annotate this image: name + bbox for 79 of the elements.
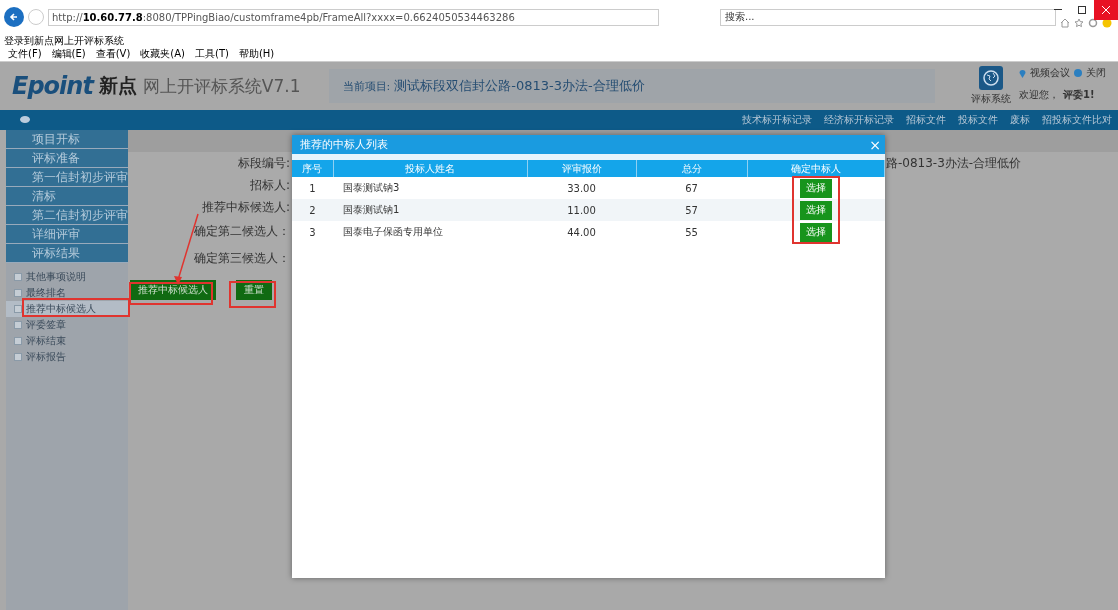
table-cell: 3 [292,221,333,243]
column-header: 序号 [292,160,333,177]
close-button[interactable]: × [865,136,885,153]
sidebar-item[interactable]: 项目开标 [6,130,128,149]
user-name: 评委1! [1063,88,1095,102]
home-icon[interactable] [1060,18,1070,28]
table-cell: 67 [636,177,747,199]
meeting-link[interactable]: 视频会议 [1030,66,1070,80]
close-icon[interactable] [1102,6,1110,14]
highlight-frame [229,281,276,308]
project-label: 当前项目: [342,78,391,94]
nav-link[interactable]: 投标文件 [958,113,998,127]
section-number-value: 路-0813-3办法-合理低价 [886,154,1022,172]
sidebar-item[interactable]: 第一信封初步评审 [6,168,128,187]
sidebar-subitem[interactable]: 评标结束 [6,333,128,349]
column-header: 总分 [636,160,747,177]
address-field[interactable]: http://10.60.77.8:8080/TPPingBiao/customframe4pb/FrameAll?xxxx=0.6624050534463286 [48,8,659,26]
menu-item[interactable]: 文件(F) [8,47,42,61]
select-button[interactable]: 选择 [799,178,832,198]
table-cell: 2 [292,199,333,221]
menu-item[interactable]: 查看(V) [95,47,131,61]
table-cell: 国泰电子保函专用单位 [333,221,527,243]
dialog-title: 推荐的中标人列表 [300,137,388,152]
table-cell: 33.00 [527,177,636,199]
minimize-icon[interactable] [1054,9,1062,11]
form-label: 确定第三候选人： [193,250,290,267]
welcome-text: 欢迎您， [1019,88,1059,102]
power-icon [1074,69,1082,77]
form-label: 推荐中标候选人: [200,198,290,216]
app-button[interactable]: 评标系统 [971,66,1011,106]
nav-link[interactable]: 废标 [1010,113,1030,127]
restore-icon[interactable] [1078,6,1086,14]
globe-icon[interactable] [983,70,999,86]
star-icon[interactable] [1074,18,1084,28]
sidebar-item[interactable]: 评标准备 [6,149,128,168]
close-link[interactable]: 关闭 [1086,66,1106,80]
form-label: 标段编号: [236,154,290,172]
nav-link[interactable]: 招标文件 [906,113,946,127]
form-label: 招标人: [248,176,290,194]
menu-item[interactable]: 工具(T) [195,47,229,61]
nav-link[interactable]: 经济标开标记录 [824,113,894,127]
back-button[interactable] [4,7,24,27]
column-header: 确定中标人 [747,160,885,177]
table-cell: 国泰测试钠3 [333,177,527,199]
column-header: 评审报价 [527,160,636,177]
sidebar-item[interactable]: 详细评审 [6,225,128,244]
back-icon[interactable] [9,12,19,22]
menu-item[interactable]: 帮助(H) [238,47,275,61]
column-header: 投标人姓名 [333,160,527,177]
logo-text: 新点 [98,73,137,98]
sidebar-item[interactable]: 清标 [6,187,128,206]
action-button[interactable]: 重置 [236,280,272,300]
sidebar-subitem[interactable]: 评委签章 [6,317,128,333]
search-field[interactable]: 搜索... [720,8,1056,26]
select-button[interactable]: 选择 [799,200,832,220]
sidebar-subitem[interactable]: 其他事项说明 [6,269,128,285]
logo-text: Epoint [12,72,93,100]
nav-link[interactable]: 招投标文件比对 [1042,113,1112,127]
table-cell: 国泰测试钠1 [333,199,527,221]
table-cell: 55 [636,221,747,243]
sidebar-subitem[interactable]: 评标报告 [6,349,128,365]
menu-item[interactable]: 编辑(E) [51,47,86,61]
highlight-frame [792,176,840,244]
menu-item[interactable]: 收藏夹(A) [140,47,185,61]
pin-icon [1019,68,1026,78]
sidebar-item[interactable]: 评标结果 [6,244,128,263]
sidebar-item[interactable]: 第二信封初步评审 [6,206,128,225]
project-name: 测试标段双信封公路-0813-3办法-合理低价 [394,77,645,95]
form-label: 确定第二候选人： [193,223,290,240]
table-cell: 44.00 [527,221,636,243]
nav-link[interactable]: 技术标开标记录 [742,113,812,127]
table-cell: 1 [292,177,333,199]
select-button[interactable]: 选择 [799,222,832,242]
sidebar-subitem[interactable]: 最终排名 [6,285,128,301]
table-cell: 11.00 [527,199,636,221]
system-name: 网上开评标系统V7.1 [142,74,301,98]
chat-icon[interactable] [20,116,30,124]
table-cell: 57 [636,199,747,221]
browser-tab[interactable]: 登录到新点网上开评标系统 [4,33,124,48]
